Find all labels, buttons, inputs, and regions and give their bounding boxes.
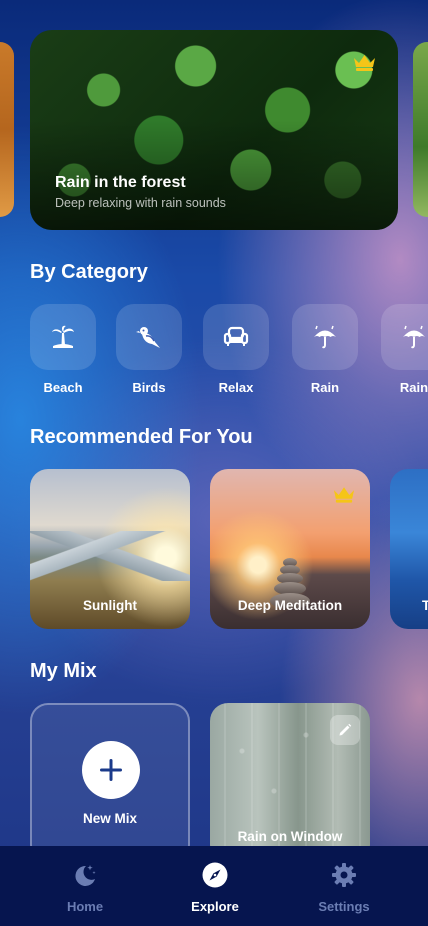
nav-label: Home — [66, 899, 104, 914]
recommended-card-deep-meditation[interactable]: Deep Meditation — [210, 469, 370, 629]
compass-icon — [202, 862, 228, 888]
featured-title: Rain in the forest — [55, 174, 186, 191]
recommended-card-partial[interactable]: T — [390, 469, 428, 629]
category-birds[interactable]: Birds — [116, 304, 182, 395]
mix-card-label: Rain on Window — [237, 829, 343, 844]
crown-icon — [333, 487, 355, 503]
carousel-prev-card[interactable] — [0, 42, 14, 217]
new-mix-label: New Mix — [82, 811, 137, 826]
recommended-card-label: T — [422, 598, 428, 613]
category-label: Beach — [43, 380, 83, 395]
palm-tree-icon — [52, 325, 74, 348]
category-label: Rain — [399, 380, 428, 395]
armchair-icon — [223, 326, 249, 346]
plus-icon — [82, 741, 140, 799]
nav-label: Settings — [318, 899, 370, 914]
recommended-card-label: Deep Meditation — [237, 598, 343, 613]
edit-mix-button[interactable] — [330, 715, 360, 745]
recommended-card-sunlight[interactable]: Sunlight — [30, 469, 190, 629]
crown-icon — [354, 55, 375, 71]
nav-settings[interactable]: Settings — [294, 862, 394, 914]
category-section-title: By Category — [30, 261, 148, 283]
category-rain-2[interactable]: Rain — [381, 304, 428, 395]
category-label: Rain — [310, 380, 340, 395]
new-mix-button[interactable]: New Mix — [30, 703, 190, 863]
nav-label: Explore — [191, 899, 239, 914]
bird-icon — [136, 327, 160, 348]
umbrella-rain-icon — [403, 325, 425, 349]
category-beach[interactable]: Beach — [30, 304, 96, 395]
pencil-icon — [339, 723, 352, 736]
nav-home[interactable]: Home — [35, 862, 135, 914]
recommended-section-title: Recommended For You — [30, 426, 253, 448]
category-rain[interactable]: Rain — [292, 304, 358, 395]
featured-subtitle: Deep relaxing with rain sounds — [55, 196, 226, 210]
mix-section-title: My Mix — [30, 660, 97, 682]
gear-icon — [332, 863, 356, 887]
moon-stars-icon — [75, 865, 96, 886]
category-relax[interactable]: Relax — [203, 304, 269, 395]
category-label: Birds — [132, 380, 166, 395]
umbrella-rain-icon — [314, 325, 336, 349]
carousel-next-card[interactable] — [413, 42, 428, 217]
recommended-card-label: Sunlight — [83, 598, 137, 613]
nav-explore[interactable]: Explore — [165, 862, 265, 914]
category-label: Relax — [218, 380, 254, 395]
bottom-nav: Home Explore Settings — [0, 846, 428, 926]
